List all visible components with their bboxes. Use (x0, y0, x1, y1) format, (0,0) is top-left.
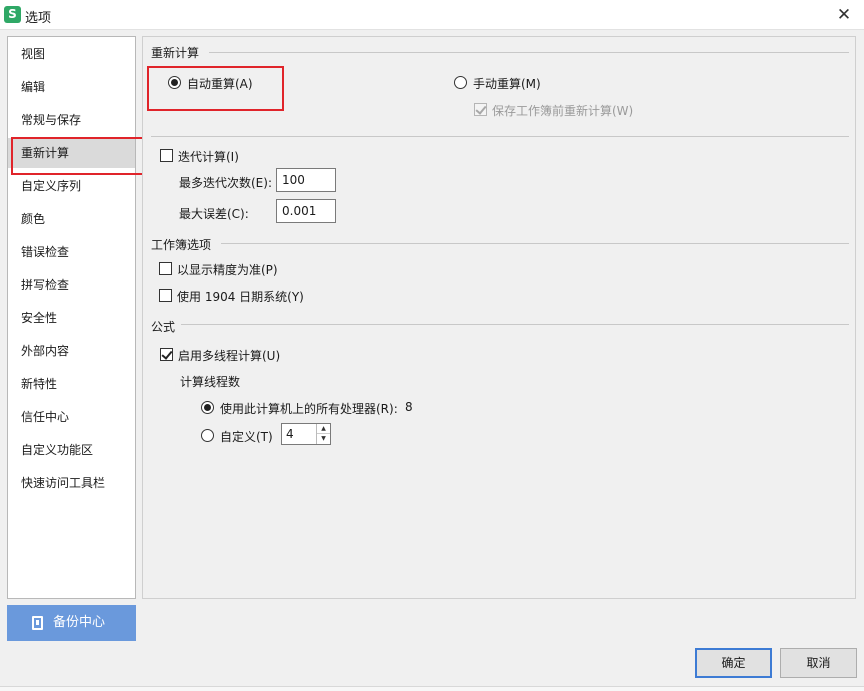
sidebar: 视图 编辑 常规与保存 重新计算 自定义序列 颜色 错误检查 拼写检查 安全性 … (7, 36, 144, 599)
sidebar-item-edit[interactable]: 编辑 (8, 72, 135, 102)
sidebar-item-custom-lists[interactable]: 自定义序列 (8, 171, 135, 201)
backup-icon (32, 616, 43, 630)
chevron-up-icon[interactable]: ▲ (317, 424, 330, 434)
sidebar-item-spell-check[interactable]: 拼写检查 (8, 270, 135, 300)
precision-checkbox[interactable] (159, 262, 172, 275)
sidebar-item-customize-ribbon[interactable]: 自定义功能区 (8, 435, 135, 465)
workbook-divider (221, 243, 849, 244)
max-iterations-input[interactable]: 100 (276, 168, 336, 192)
max-change-label: 最大误差(C): (179, 207, 249, 221)
iteration-divider (151, 136, 849, 137)
title-bar: S 选项 ✕ (0, 0, 864, 30)
processor-count: 8 (405, 400, 413, 414)
max-iterations-label: 最多迭代次数(E): (179, 176, 272, 190)
auto-recalc-radio[interactable] (168, 76, 181, 89)
date1904-checkbox[interactable] (159, 289, 172, 302)
manual-recalc-radio[interactable] (454, 76, 467, 89)
custom-threads-value: 4 (286, 427, 294, 441)
save-recalc-checkbox[interactable] (474, 103, 487, 116)
custom-threads-label[interactable]: 自定义(T) (220, 428, 273, 445)
save-recalc-label: 保存工作簿前重新计算(W) (492, 104, 634, 118)
sidebar-item-trust-center[interactable]: 信任中心 (8, 402, 135, 432)
sidebar-item-colors[interactable]: 颜色 (8, 204, 135, 234)
sidebar-item-recalculate[interactable]: 重新计算 (8, 137, 144, 175)
max-change-input[interactable]: 0.001 (276, 199, 336, 223)
multithread-checkbox[interactable] (160, 348, 173, 361)
close-icon: ✕ (836, 5, 852, 25)
formula-divider (181, 324, 849, 325)
manual-recalc-label[interactable]: 手动重算(M) (473, 75, 541, 92)
chevron-down-icon[interactable]: ▼ (317, 434, 330, 444)
cancel-button[interactable]: 取消 (780, 648, 857, 678)
app-logo-icon: S (4, 6, 21, 23)
use-all-processors-radio[interactable] (201, 401, 214, 414)
close-button[interactable]: ✕ (824, 0, 864, 30)
window-title: 选项 (25, 11, 52, 26)
auto-recalc-label[interactable]: 自动重算(A) (187, 75, 253, 92)
backup-center-label: 备份中心 (53, 615, 106, 630)
thread-count-title: 计算线程数 (180, 375, 241, 389)
sidebar-item-view[interactable]: 视图 (8, 39, 135, 69)
sidebar-item-quick-access[interactable]: 快速访问工具栏 (8, 468, 135, 498)
window-bottom-edge (0, 686, 864, 691)
sidebar-item-new-features[interactable]: 新特性 (8, 369, 135, 399)
sidebar-item-general-save[interactable]: 常规与保存 (8, 105, 135, 135)
recalc-divider (209, 52, 849, 53)
precision-label[interactable]: 以显示精度为准(P) (177, 261, 278, 278)
custom-threads-radio[interactable] (201, 429, 214, 442)
sidebar-item-error-check[interactable]: 错误检查 (8, 237, 135, 267)
stepper-buttons: ▲ ▼ (316, 424, 330, 444)
backup-center-button[interactable]: 备份中心 (7, 605, 136, 641)
ok-button[interactable]: 确定 (695, 648, 772, 678)
formula-section-title: 公式 (151, 320, 176, 334)
sidebar-item-external-content[interactable]: 外部内容 (8, 336, 135, 366)
sidebar-item-security[interactable]: 安全性 (8, 303, 135, 333)
date1904-label[interactable]: 使用 1904 日期系统(Y) (177, 288, 304, 305)
use-all-processors-label[interactable]: 使用此计算机上的所有处理器(R): (220, 400, 398, 417)
content-panel: 重新计算 自动重算(A) 手动重算(M) 保存工作簿前重新计算(W) 迭代计算(… (142, 36, 856, 599)
multithread-label[interactable]: 启用多线程计算(U) (178, 347, 280, 364)
custom-threads-stepper[interactable]: 4 ▲ ▼ (281, 423, 331, 445)
iteration-label[interactable]: 迭代计算(I) (178, 148, 239, 165)
recalc-section-title: 重新计算 (151, 46, 200, 60)
iteration-checkbox[interactable] (160, 149, 173, 162)
workbook-section-title: 工作簿选项 (151, 238, 212, 252)
